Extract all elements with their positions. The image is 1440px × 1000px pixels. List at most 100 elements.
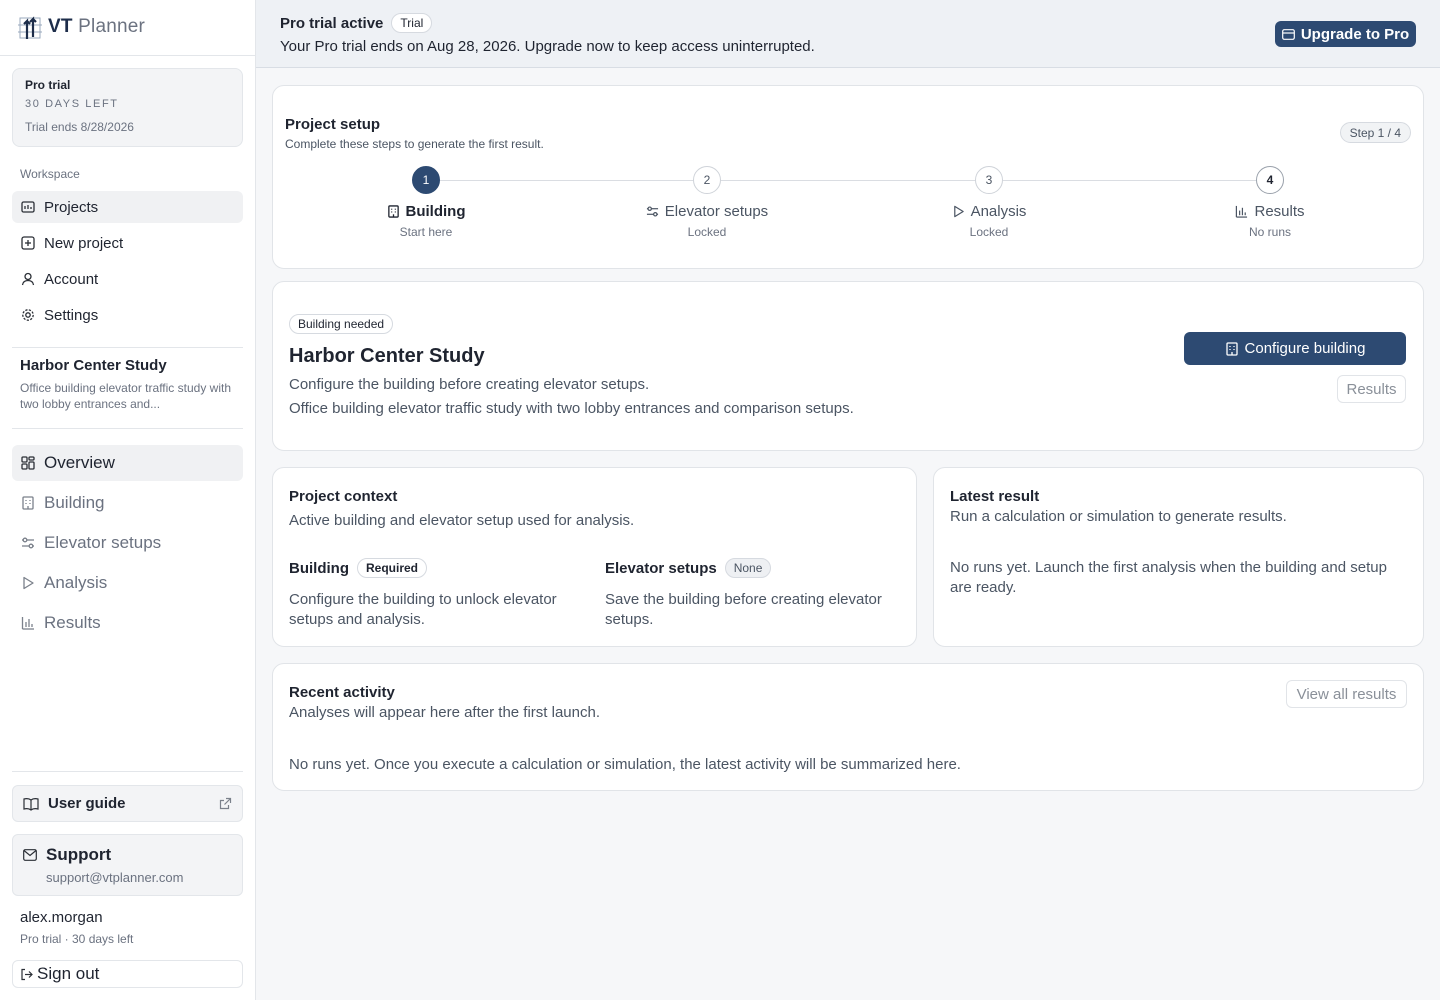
none-badge: None <box>724 558 772 578</box>
user-icon <box>21 272 35 286</box>
sidebar-divider <box>0 55 256 56</box>
current-project-description: Office building elevator traffic study w… <box>20 381 231 411</box>
hero-description: Office building elevator traffic study w… <box>289 400 854 417</box>
book-icon <box>23 797 39 811</box>
plus-square-icon <box>21 236 35 250</box>
step-label: Elevator setups <box>664 203 769 220</box>
hero-instruction: Configure the building before creating e… <box>289 376 650 393</box>
support-label: Support <box>46 845 112 864</box>
step-label: Analysis <box>970 203 1027 220</box>
trial-title: Pro trial <box>25 78 71 92</box>
play-icon <box>952 205 965 218</box>
recent-activity-subtitle: Analyses will appear here after the firs… <box>289 704 600 721</box>
trial-days-left: 30 DAYS LEFT <box>25 98 119 110</box>
sidebar-item-results[interactable]: Results <box>12 605 243 641</box>
sidebar-item-label: Building <box>44 493 105 512</box>
results-button[interactable]: Results <box>1337 375 1406 403</box>
step-analysis[interactable]: 3 Analysis Locked <box>879 166 1099 239</box>
brand-name-light: Planner <box>78 16 146 37</box>
user-guide-label: User guide <box>48 795 126 812</box>
step-number: 4 <box>1256 166 1284 194</box>
sign-out-label: Sign out <box>37 964 100 983</box>
latest-result-empty: No runs yet. Launch the first analysis w… <box>950 559 1387 596</box>
stepper-track <box>440 180 1269 181</box>
step-status: Locked <box>969 225 1009 239</box>
sign-out-icon <box>20 968 33 981</box>
sidebar-item-settings[interactable]: Settings <box>12 299 243 331</box>
sidebar-item-account[interactable]: Account <box>12 263 243 295</box>
sliders-icon <box>21 536 35 550</box>
trial-card: Pro trial 30 DAYS LEFT Trial ends 8/28/2… <box>12 68 243 147</box>
sidebar-item-overview[interactable]: Overview <box>12 445 243 481</box>
step-results[interactable]: 4 Results No runs <box>1160 166 1380 239</box>
configure-building-button[interactable]: Configure building <box>1184 332 1406 365</box>
configure-building-label: Configure building <box>1244 340 1366 357</box>
upgrade-label: Upgrade to Pro <box>1300 25 1410 43</box>
recent-activity-empty: No runs yet. Once you execute a calculat… <box>289 756 961 773</box>
latest-result-subtitle: Run a calculation or simulation to gener… <box>950 508 1287 525</box>
sidebar-item-new-project[interactable]: New project <box>12 227 243 259</box>
view-all-results-button[interactable]: View all results <box>1286 680 1407 708</box>
context-building-desc: Configure the building to unlock elevato… <box>289 591 557 628</box>
sidebar-item-elevator-setups[interactable]: Elevator setups <box>12 525 243 561</box>
workspace-label: Workspace <box>20 167 80 181</box>
sidebar-item-label: New project <box>44 234 124 252</box>
step-elevator-setups[interactable]: 2 Elevator setups Locked <box>597 166 817 239</box>
mail-icon <box>23 849 37 861</box>
sidebar-item-projects[interactable]: Projects <box>12 191 243 223</box>
recent-activity-card: Recent activity Analyses will appear her… <box>272 663 1424 791</box>
context-setups-label: Elevator setups <box>605 559 717 577</box>
sidebar-item-label: Projects <box>44 198 99 216</box>
latest-result-title: Latest result <box>950 488 1040 505</box>
external-link-icon <box>219 797 232 810</box>
brand-name-strong: VT <box>48 16 73 37</box>
sidebar-item-label: Analysis <box>44 573 108 592</box>
context-title: Project context <box>289 488 398 505</box>
context-elevator-setups: Elevator setups None Save the building b… <box>605 558 895 630</box>
sidebar-item-label: Elevator setups <box>44 533 162 552</box>
step-number: 3 <box>975 166 1003 194</box>
bar-chart-icon <box>21 616 35 630</box>
support-card[interactable]: Support support@vtplanner.com <box>12 834 243 896</box>
sidebar-divider <box>12 771 243 772</box>
sidebar-item-building[interactable]: Building <box>12 485 243 521</box>
brand-name: VT Planner <box>48 16 145 38</box>
project-title: Harbor Center Study <box>289 345 485 367</box>
building-icon <box>21 496 35 510</box>
banner-message: Your Pro trial ends on Aug 28, 2026. Upg… <box>280 38 815 55</box>
context-setups-desc: Save the building before creating elevat… <box>605 591 882 628</box>
gear-icon <box>21 308 35 322</box>
step-counter-badge: Step 1 / 4 <box>1339 122 1411 143</box>
sidebar-divider <box>12 347 243 348</box>
current-project-name: Harbor Center Study <box>20 357 167 374</box>
step-status: No runs <box>1248 225 1292 239</box>
trial-banner: Pro trial active Trial Your Pro trial en… <box>256 0 1440 68</box>
user-guide-link[interactable]: User guide <box>12 785 243 822</box>
sidebar-item-label: Account <box>44 270 99 288</box>
logo-icon <box>16 13 44 41</box>
setup-subtitle: Complete these steps to generate the fir… <box>285 137 544 151</box>
required-badge: Required <box>357 558 428 578</box>
latest-result-card: Latest result Run a calculation or simul… <box>933 467 1424 647</box>
upgrade-button[interactable]: Upgrade to Pro <box>1275 21 1416 47</box>
sidebar: VT Planner Pro trial 30 DAYS LEFT Trial … <box>0 0 256 1000</box>
grid-icon <box>21 456 35 470</box>
sidebar-item-label: Settings <box>44 306 99 324</box>
user-name: alex.morgan <box>20 909 103 926</box>
sidebar-item-label: Overview <box>44 453 115 472</box>
sidebar-item-analysis[interactable]: Analysis <box>12 565 243 601</box>
sign-out-button[interactable]: Sign out <box>12 960 243 988</box>
context-subtitle: Active building and elevator setup used … <box>289 512 635 529</box>
credit-card-icon <box>1281 28 1295 40</box>
step-status: Start here <box>399 225 453 239</box>
step-building[interactable]: 1 Building Start here <box>316 166 536 239</box>
brand-logo[interactable]: VT Planner <box>16 12 145 42</box>
project-hero-card: Building needed Harbor Center Study Conf… <box>272 281 1424 451</box>
project-setup-card: Project setup Complete these steps to ge… <box>272 85 1424 269</box>
user-plan: Pro trial · 30 days left <box>20 932 134 946</box>
building-icon <box>1225 341 1239 356</box>
context-building: Building Required Configure the building… <box>289 558 579 630</box>
trial-badge: Trial <box>391 13 433 33</box>
folder-icon <box>21 200 35 214</box>
support-email: support@vtplanner.com <box>46 870 184 885</box>
